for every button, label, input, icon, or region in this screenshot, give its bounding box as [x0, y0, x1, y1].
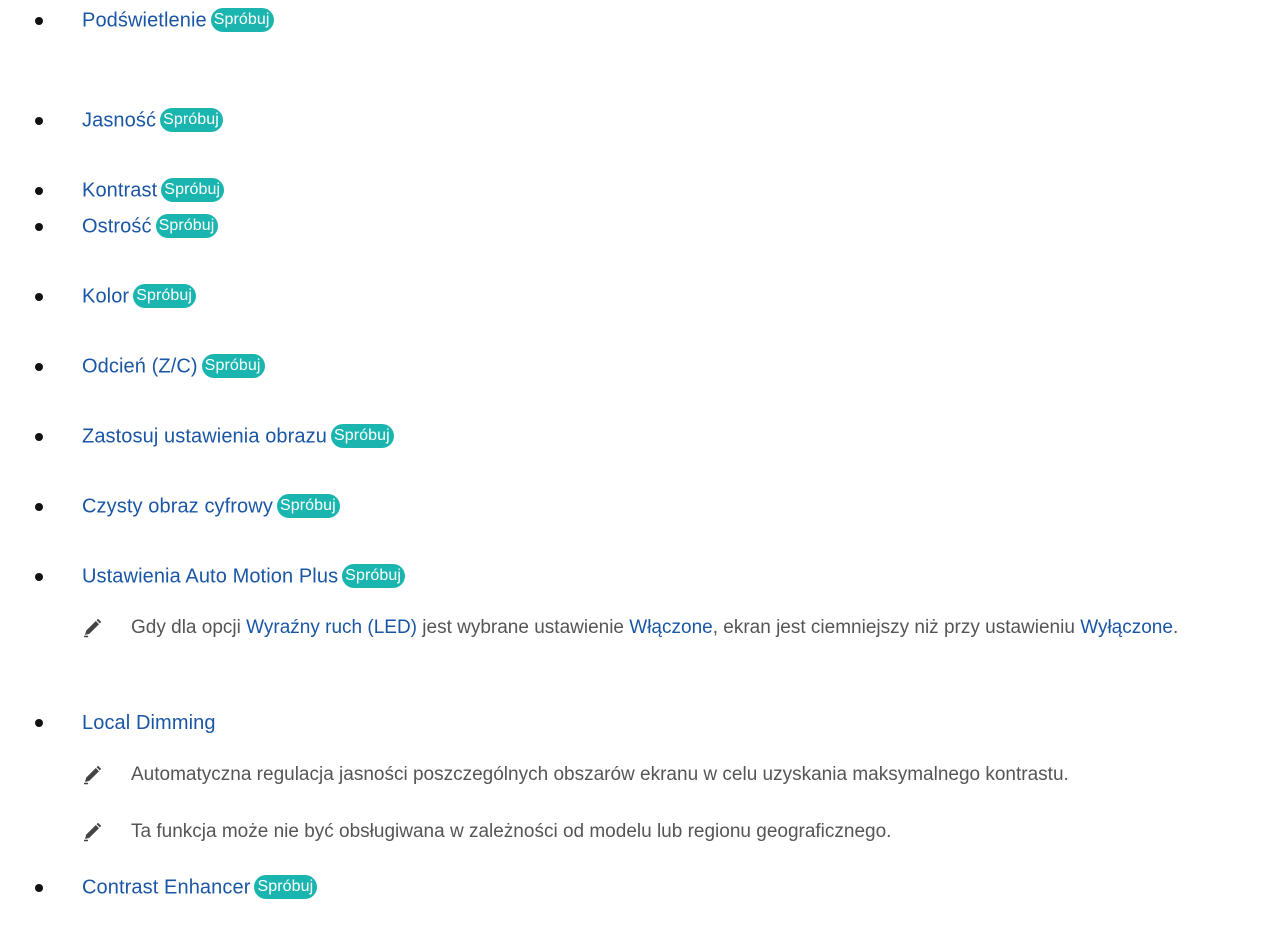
item-label[interactable]: Czysty obraz cyfrowy Spróbuj: [82, 494, 340, 519]
bullet-icon: [35, 503, 43, 511]
try-button[interactable]: Spróbuj: [276, 494, 340, 518]
bullet-icon: [35, 573, 43, 581]
note-dimming-2: Ta funkcja może nie być obsługiwana w za…: [0, 820, 1274, 850]
note-text: Gdy dla opcji Wyraźny ruch (LED) jest wy…: [131, 617, 1179, 638]
item-label[interactable]: Local Dimming: [82, 712, 216, 735]
bullet-icon: [35, 719, 43, 727]
try-button[interactable]: Spróbuj: [201, 354, 265, 378]
try-button[interactable]: Spróbuj: [210, 8, 274, 32]
option-link[interactable]: Wyraźny ruch (LED): [246, 617, 417, 638]
item-label[interactable]: Jasność Spróbuj: [82, 108, 223, 133]
bullet-icon: [35, 187, 43, 195]
try-button[interactable]: Spróbuj: [342, 564, 406, 588]
note-text: Ta funkcja może nie być obsługiwana w za…: [131, 821, 892, 842]
item-label[interactable]: Kontrast Spróbuj: [82, 178, 225, 203]
try-button[interactable]: Spróbuj: [160, 108, 223, 132]
try-button[interactable]: Spróbuj: [330, 424, 394, 448]
item-label[interactable]: Odcień (Z/C) Spróbuj: [82, 354, 265, 379]
option-link[interactable]: Wyłączone: [1080, 617, 1173, 638]
try-button[interactable]: Spróbuj: [155, 214, 219, 238]
bullet-icon: [35, 117, 43, 125]
bullet-icon: [35, 884, 43, 892]
item-label[interactable]: Contrast Enhancer Spróbuj: [82, 875, 318, 900]
item-label[interactable]: Podświetlenie Spróbuj: [82, 8, 274, 33]
item-label[interactable]: Ostrość Spróbuj: [82, 214, 219, 239]
bullet-icon: [35, 363, 43, 371]
pencil-icon: [84, 822, 102, 842]
try-button[interactable]: Spróbuj: [161, 178, 225, 202]
pencil-icon: [84, 765, 102, 785]
option-link[interactable]: Włączone: [629, 617, 712, 638]
bullet-icon: [35, 17, 43, 25]
item-label[interactable]: Kolor Spróbuj: [82, 284, 197, 309]
item-label[interactable]: Ustawienia Auto Motion Plus Spróbuj: [82, 564, 406, 589]
bullet-icon: [35, 293, 43, 301]
try-button[interactable]: Spróbuj: [133, 284, 197, 308]
note-dimming-1: Automatyczna regulacja jasności poszczeg…: [0, 763, 1274, 793]
note-text: Automatyczna regulacja jasności poszczeg…: [131, 764, 1069, 785]
pencil-icon: [84, 618, 102, 638]
try-button[interactable]: Spróbuj: [254, 875, 318, 899]
note-motion: Gdy dla opcji Wyraźny ruch (LED) jest wy…: [0, 616, 1274, 686]
bullet-icon: [35, 223, 43, 231]
item-label[interactable]: Zastosuj ustawienia obrazu Spróbuj: [82, 424, 394, 449]
bullet-icon: [35, 433, 43, 441]
